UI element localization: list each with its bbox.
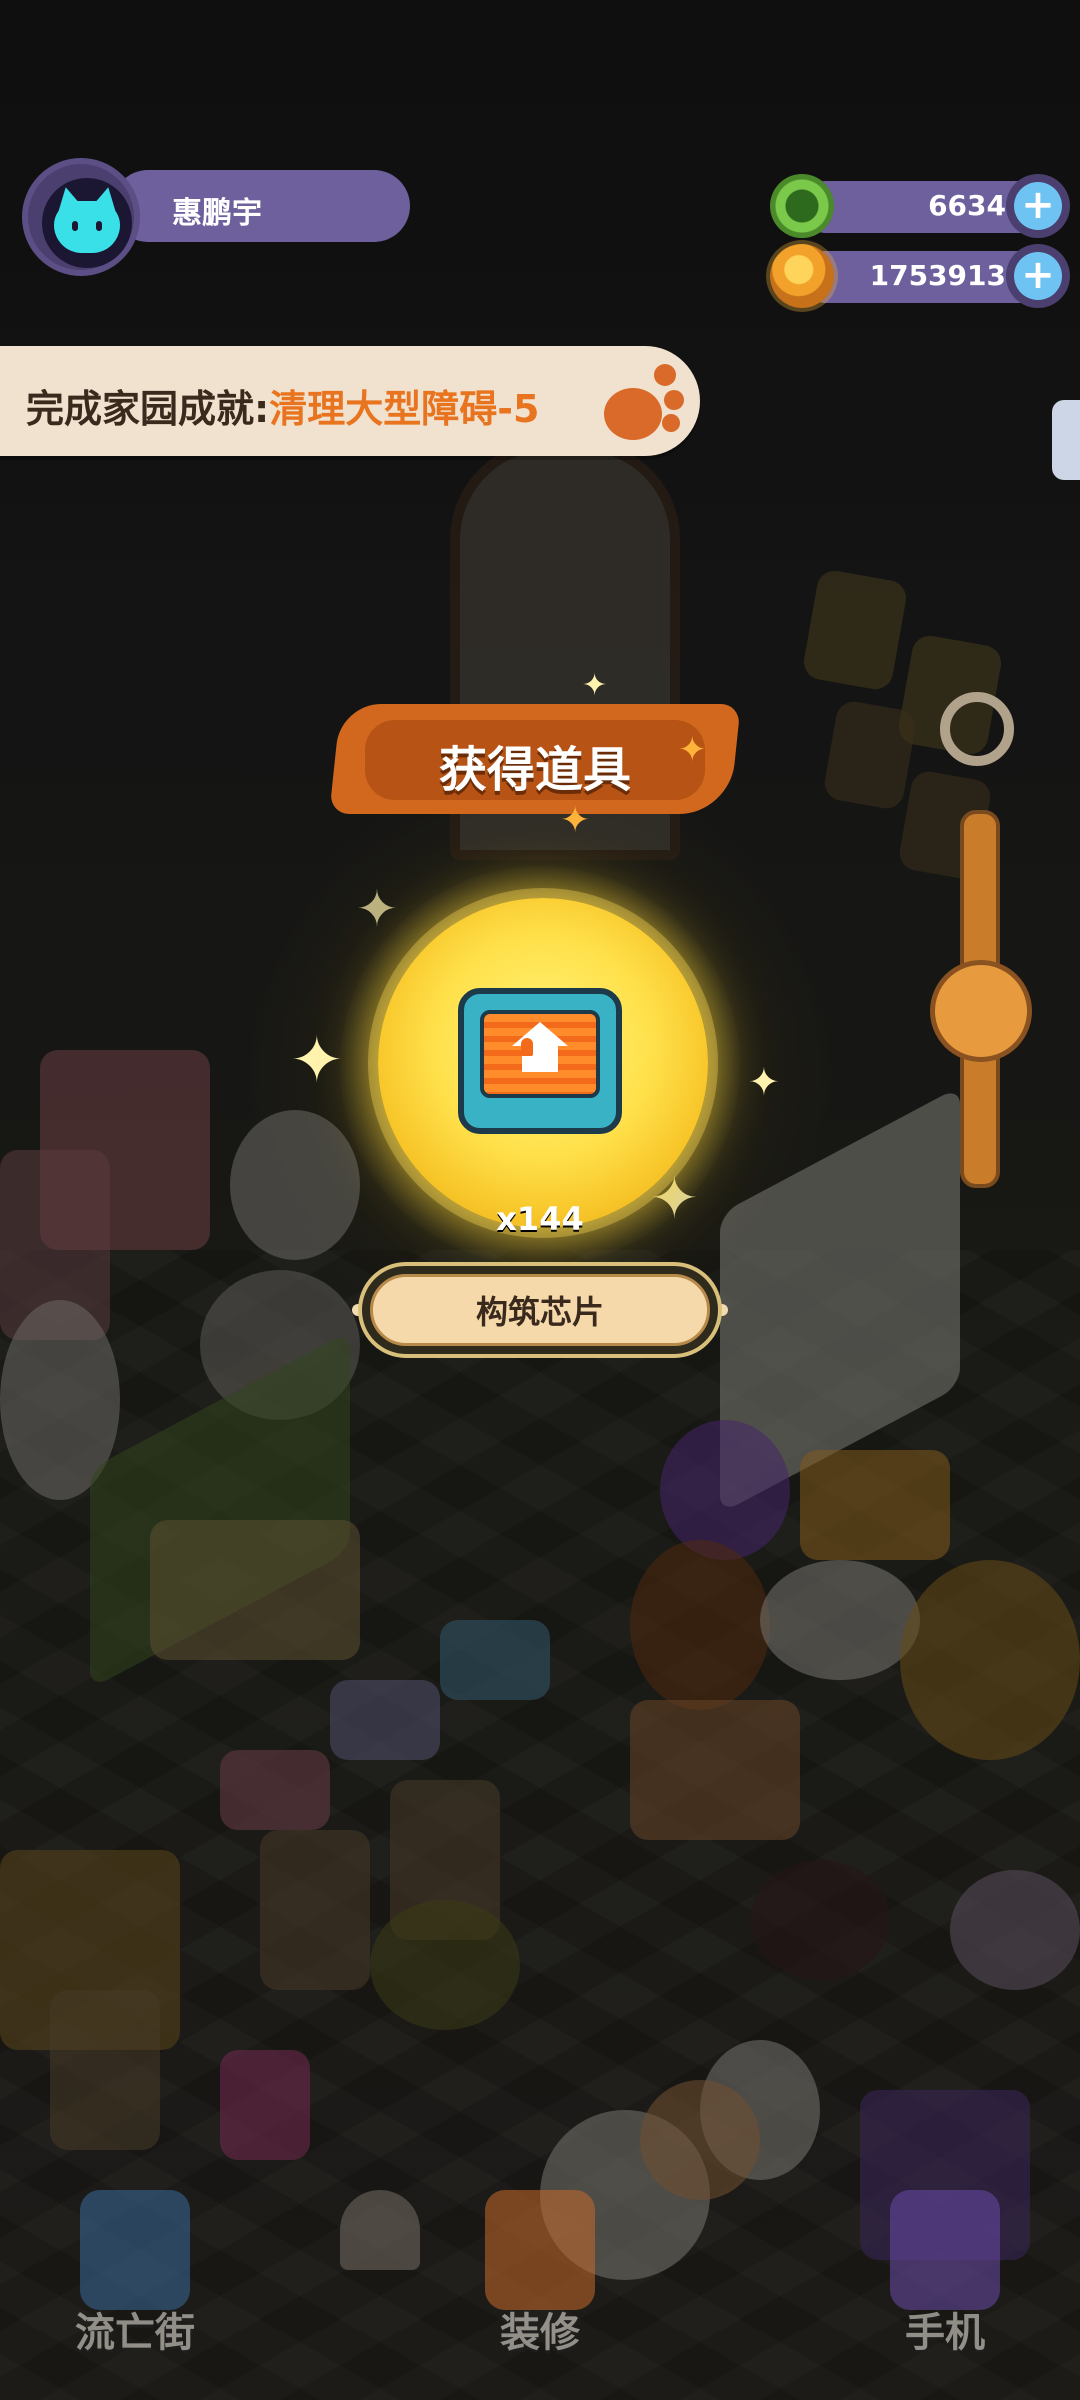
player-avatar[interactable]: [22, 158, 140, 276]
plus-icon: +: [1014, 252, 1062, 300]
plus-icon: +: [1014, 182, 1062, 230]
nav-exile-street-button[interactable]: 流亡街: [40, 2190, 230, 2370]
add-gem-button[interactable]: +: [1006, 174, 1070, 238]
currency-gem-counter: 6634 +: [770, 174, 1070, 238]
currency-coin-value: 1753913: [869, 259, 1006, 292]
currency-coin-counter: 1753913 +: [770, 244, 1070, 308]
currency-gem-value: 6634: [928, 189, 1006, 222]
player-name: 惠鹏宇: [172, 196, 262, 231]
zoom-slider-handle[interactable]: [930, 960, 1032, 1062]
street-portal-icon: [80, 2190, 190, 2310]
quest-target: 清理大型障碍-5: [269, 387, 540, 431]
reward-title: 获得道具: [438, 742, 631, 798]
cat-avatar-icon: [42, 178, 132, 268]
sparkle-icon: ✦: [582, 668, 608, 703]
magnifier-icon: [940, 692, 1014, 766]
nav-decorate-label: 装修: [500, 2310, 580, 2356]
nav-decorate-button[interactable]: 装修: [445, 2190, 635, 2370]
player-profile[interactable]: 惠鹏宇: [22, 158, 410, 276]
sparkle-icon: ✦: [356, 880, 398, 938]
achievement-quest-banner[interactable]: 完成家园成就:清理大型障碍-5: [0, 346, 700, 456]
nav-phone-label: 手机: [905, 2310, 985, 2356]
decorate-toolbox-icon: [485, 2190, 595, 2310]
paw-icon: [596, 358, 686, 444]
sparkle-icon: ✦: [560, 800, 591, 841]
building-chip-icon: [458, 988, 622, 1134]
quest-prefix: 完成家园成就:: [26, 387, 270, 431]
reward-title-banner: 获得道具: [329, 690, 741, 826]
nav-exile-street-label: 流亡街: [75, 2310, 195, 2356]
sparkle-icon: ✦: [748, 1060, 780, 1104]
add-coin-button[interactable]: +: [1006, 244, 1070, 308]
reward-item-name-pill: 构筑芯片: [358, 1262, 722, 1358]
sparkle-icon: ✦: [290, 1024, 344, 1098]
reward-quantity: x144: [496, 1200, 584, 1238]
phone-icon: [890, 2190, 1000, 2310]
green-gem-coin-icon: [770, 174, 834, 238]
reward-item-name: 构筑芯片: [475, 1293, 604, 1331]
sparkle-icon: ✦: [678, 730, 707, 770]
orange-planet-coin-icon: [770, 244, 834, 308]
side-clip-icon[interactable]: [1052, 400, 1080, 480]
nav-phone-button[interactable]: 手机: [850, 2190, 1040, 2370]
quest-text: 完成家园成就:清理大型障碍-5: [26, 378, 539, 433]
